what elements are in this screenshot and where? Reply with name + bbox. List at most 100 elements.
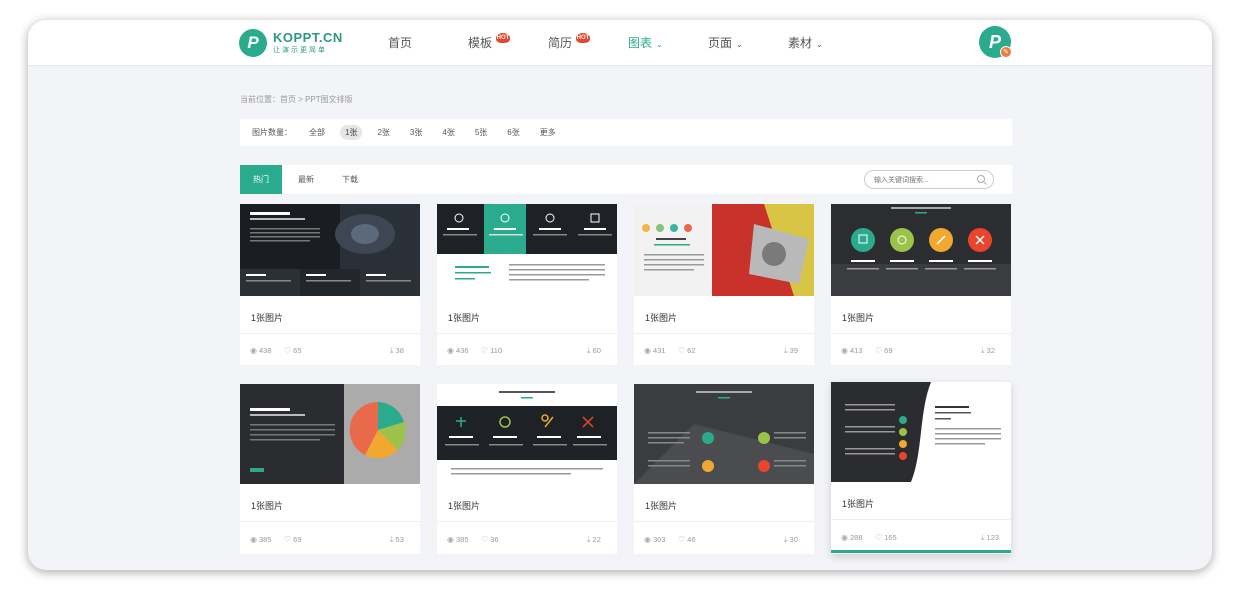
filter-option-all[interactable]: 全部 [304, 125, 330, 140]
chevron-down-icon: ⌄ [736, 40, 743, 49]
download-count: 22 [592, 535, 601, 544]
download-count: 38 [395, 346, 404, 355]
download-icon[interactable]: ⤓ [981, 346, 985, 355]
nav-item-resume[interactable]: 简历 HOT [528, 20, 608, 66]
filter-option-more[interactable]: 更多 [535, 125, 561, 140]
card-title[interactable]: 1张图片 [645, 311, 677, 324]
card-divider [437, 521, 617, 522]
nav-label: 首页 [388, 36, 413, 50]
image-count-filter: 图片数量： 全部 1张 2张 3张 4张 5张 6张 更多 [240, 119, 1012, 146]
search-icon[interactable] [976, 174, 988, 186]
search-input[interactable] [874, 174, 974, 186]
heart-icon[interactable]: ♡ [284, 346, 291, 355]
download-icon[interactable]: ⤓ [390, 535, 394, 544]
like-count: 165 [884, 533, 897, 542]
tab-download[interactable]: 下载 [329, 165, 371, 194]
view-count: 431 [652, 346, 666, 355]
template-card[interactable]: 1张图片 ◉ 438 ♡ 65 ⤓ 38 [240, 204, 420, 365]
filter-option-5[interactable]: 5张 [470, 125, 492, 140]
download-count: 32 [986, 346, 995, 355]
top-navbar: P KOPPT.CN 让演示更简单 首页 模板 HOT 简历 HOT 图表 ⌄ 页面 ⌄… [28, 20, 1212, 66]
download-count: 123 [986, 533, 1000, 542]
eye-icon: ◉ [447, 346, 454, 355]
heart-icon[interactable]: ♡ [678, 346, 685, 355]
card-thumbnail[interactable] [634, 384, 814, 484]
template-card[interactable]: 1张图片 ◉ 431 ♡ 62 ⤓ 39 [634, 204, 814, 365]
filter-option-2[interactable]: 2张 [372, 125, 394, 140]
eye-icon: ◉ [841, 346, 848, 355]
card-divider [634, 333, 814, 334]
card-thumbnail[interactable] [831, 204, 1011, 296]
logo-slogan: 让演示更简单 [273, 47, 327, 54]
card-thumbnail[interactable] [240, 204, 420, 296]
nav-label: 素材 [788, 36, 813, 50]
chevron-down-icon: ⌄ [656, 40, 663, 49]
nav-item-templates[interactable]: 模板 HOT [448, 20, 528, 66]
view-count: 413 [849, 346, 863, 355]
tab-hot[interactable]: 热门 [240, 165, 282, 194]
heart-icon[interactable]: ♡ [678, 535, 685, 544]
card-title[interactable]: 1张图片 [251, 311, 283, 324]
download-count: 39 [789, 346, 798, 355]
card-title[interactable]: 1张图片 [842, 311, 874, 324]
hot-badge-icon: HOT [576, 33, 590, 43]
card-title[interactable]: 1张图片 [842, 497, 874, 510]
nav-item-pages[interactable]: 页面 ⌄ [688, 20, 768, 66]
download-count: 60 [592, 346, 601, 355]
view-count: 385 [258, 535, 272, 544]
template-card[interactable]: 1张图片 ◉ 436 ♡ 110 ⤓ 60 [437, 204, 617, 365]
filter-option-4[interactable]: 4张 [437, 125, 459, 140]
nav-item-materials[interactable]: 素材 ⌄ [768, 20, 848, 66]
browser-frame: P KOPPT.CN 让演示更简单 首页 模板 HOT 简历 HOT 图表 ⌄ 页面 ⌄… [28, 20, 1212, 570]
card-title[interactable]: 1张图片 [645, 499, 677, 512]
card-divider [634, 521, 814, 522]
like-count: 65 [293, 346, 302, 355]
view-count: 385 [455, 535, 469, 544]
filter-option-1[interactable]: 1张 [340, 125, 363, 140]
download-icon[interactable]: ⤓ [784, 535, 788, 544]
heart-icon[interactable]: ♡ [481, 535, 488, 544]
eye-icon: ◉ [250, 535, 257, 544]
nav-label: 模板 [468, 36, 493, 50]
template-card[interactable]: 1张图片 ◉ 303 ♡ 46 ⤓ 30 [634, 384, 814, 554]
card-thumbnail[interactable] [240, 384, 420, 484]
template-card[interactable]: 1张图片 ◉ 385 ♡ 69 ⤓ 53 [240, 384, 420, 554]
card-thumbnail[interactable] [437, 204, 617, 296]
download-icon[interactable]: ⤓ [587, 535, 591, 544]
nav-item-home[interactable]: 首页 [368, 20, 448, 66]
template-card[interactable]: 1张图片 ◉ 413 ♡ 69 ⤓ 32 [831, 204, 1011, 365]
card-thumbnail[interactable] [831, 382, 1011, 482]
card-title[interactable]: 1张图片 [251, 499, 283, 512]
eye-icon: ◉ [250, 346, 257, 355]
filter-option-3[interactable]: 3张 [405, 125, 427, 140]
eye-icon: ◉ [644, 535, 651, 544]
nav-label: 简历 [548, 36, 573, 50]
card-thumbnail[interactable] [634, 204, 814, 296]
card-title[interactable]: 1张图片 [448, 499, 480, 512]
heart-icon[interactable]: ♡ [284, 535, 291, 544]
template-card[interactable]: 1张图片 ◉ 385 ♡ 36 ⤓ 22 [437, 384, 617, 554]
download-icon[interactable]: ⤓ [390, 346, 394, 355]
filter-option-6[interactable]: 6张 [502, 125, 524, 140]
download-icon[interactable]: ⤓ [587, 346, 591, 355]
like-count: 69 [884, 346, 893, 355]
card-hover-bar [831, 550, 1011, 553]
card-title[interactable]: 1张图片 [448, 311, 480, 324]
heart-icon[interactable]: ♡ [875, 346, 882, 355]
download-count: 30 [789, 535, 798, 544]
card-divider [831, 333, 1011, 334]
template-card[interactable]: 1张图片 ◉ 288 ♡ 165 ⤓ 123 [831, 382, 1011, 554]
tab-latest[interactable]: 最新 [285, 165, 327, 194]
heart-icon[interactable]: ♡ [481, 346, 488, 355]
like-count: 69 [293, 535, 302, 544]
nav-label: 图表 [628, 36, 653, 50]
download-icon[interactable]: ⤓ [981, 533, 985, 542]
site-logo[interactable]: P KOPPT.CN 让演示更简单 [239, 28, 349, 58]
like-count: 110 [490, 346, 503, 355]
card-thumbnail[interactable] [437, 384, 617, 484]
heart-icon[interactable]: ♡ [875, 533, 882, 542]
download-icon[interactable]: ⤓ [784, 346, 788, 355]
search-box [864, 170, 994, 189]
view-count: 436 [455, 346, 469, 355]
nav-item-charts[interactable]: 图表 ⌄ [608, 20, 688, 66]
